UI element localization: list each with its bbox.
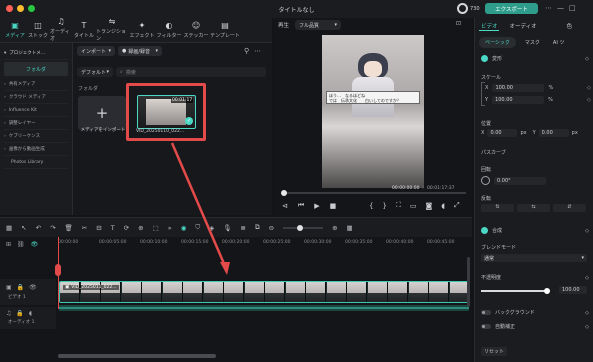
arrow-shaft [170,142,227,267]
annotation-arrow [170,142,230,275]
arrow-head [220,262,230,275]
